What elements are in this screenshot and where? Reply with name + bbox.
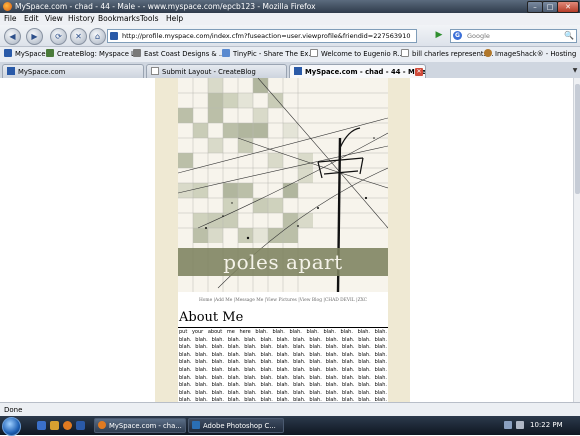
tab-label: MySpace.com	[18, 68, 66, 76]
search-input[interactable]	[467, 31, 562, 40]
maximize-button[interactable]: □	[542, 1, 558, 13]
page-icon	[310, 49, 318, 57]
taskbar-firefox-button[interactable]: MySpace.com - cha...	[94, 418, 186, 433]
go-button[interactable]: ▶	[433, 29, 445, 42]
reload-icon: ⟳	[55, 32, 62, 41]
firefox-icon	[98, 421, 106, 429]
back-button[interactable]: ◀	[4, 28, 21, 45]
profile-nav-links[interactable]: Home |Add Me |Message Me |View Pictures …	[178, 298, 388, 303]
tab-list-button[interactable]: ▼	[571, 64, 579, 77]
menu-history[interactable]: History	[68, 13, 95, 25]
myspace-icon	[294, 67, 302, 75]
status-bar: Done	[0, 402, 580, 417]
scrollbar-thumb[interactable]	[575, 84, 580, 194]
forward-button[interactable]: ▶	[26, 28, 43, 45]
site-favicon	[110, 32, 118, 40]
tab-bar: MySpace.com Submit Layout - CreateBlog M…	[0, 62, 580, 79]
about-me-text: put your about me here blah. blah. blah.…	[179, 329, 387, 402]
menu-file[interactable]: File	[4, 13, 17, 25]
page-viewport[interactable]: poles apart Home |Add Me |Message Me |Vi…	[0, 78, 573, 402]
banner-title: poles apart	[178, 248, 388, 276]
volume-icon[interactable]	[516, 421, 524, 429]
about-divider	[178, 327, 388, 328]
tab-label: Submit Layout - CreateBlog	[162, 68, 256, 76]
tinypic-icon	[222, 49, 230, 57]
about-filler-text: blah. blah. blah. blah. blah. blah. blah…	[179, 329, 387, 402]
search-icon[interactable]: 🔍	[564, 30, 574, 42]
taskbar-button-label: MySpace.com - cha...	[109, 422, 182, 430]
clock[interactable]: 10:22 PM	[530, 418, 563, 433]
close-button[interactable]: ✕	[557, 1, 579, 13]
minimize-button[interactable]: –	[527, 1, 543, 13]
close-tab-icon[interactable]: ✕	[415, 68, 423, 76]
east-coast-icon	[133, 49, 141, 57]
bookmark-label: bill charles represents...	[412, 50, 494, 58]
system-tray: 10:22 PM	[504, 418, 580, 433]
ie-icon[interactable]	[76, 421, 85, 430]
google-icon[interactable]: G	[453, 31, 462, 40]
status-text: Done	[4, 406, 23, 414]
bookmark-bill-charles[interactable]: bill charles represents...	[401, 47, 494, 62]
menu-bookmarks[interactable]: Bookmarks	[98, 13, 140, 25]
bookmark-imageshack[interactable]: ImageShack® - Hosting	[484, 47, 576, 62]
stop-icon: ✕	[75, 32, 82, 41]
network-icon[interactable]	[504, 421, 512, 429]
bookmark-east-coast[interactable]: East Coast Designs & ...	[133, 47, 225, 62]
taskbar-photoshop-button[interactable]: Adobe Photoshop C...	[188, 418, 284, 433]
home-button[interactable]: ⌂	[89, 28, 106, 45]
go-icon: ▶	[435, 30, 443, 40]
bookmark-tinypic[interactable]: TinyPic - Share The Ex...	[222, 47, 315, 62]
back-icon: ◀	[9, 32, 16, 41]
bookmark-myspace[interactable]: MySpace	[4, 47, 46, 62]
page-icon	[401, 49, 409, 57]
tab-myspace[interactable]: MySpace.com	[2, 64, 144, 78]
window-title: MySpace.com - chad - 44 - Male - - www.m…	[15, 2, 316, 11]
stop-button[interactable]: ✕	[70, 28, 87, 45]
myspace-icon	[4, 49, 12, 57]
firefox-icon[interactable]	[63, 421, 72, 430]
firefox-icon	[3, 2, 12, 11]
menu-edit[interactable]: Edit	[24, 13, 39, 25]
bookmark-createblog[interactable]: CreateBlog: Myspace L...	[46, 47, 141, 62]
menu-help[interactable]: Help	[166, 13, 183, 25]
bookmark-label: East Coast Designs & ...	[144, 50, 226, 58]
tab-createblog[interactable]: Submit Layout - CreateBlog	[146, 64, 287, 78]
reload-button[interactable]: ⟳	[50, 28, 67, 45]
forward-icon: ▶	[31, 32, 38, 41]
createblog-icon	[46, 49, 54, 57]
menu-tools[interactable]: Tools	[140, 13, 158, 25]
bookmark-label: MySpace	[15, 50, 46, 58]
bookmark-label: Welcome to Eugenio R...	[321, 50, 404, 58]
windows-start-icon[interactable]	[2, 417, 21, 436]
taskbar-button-label: Adobe Photoshop C...	[203, 422, 276, 430]
show-desktop-icon[interactable]	[37, 421, 46, 430]
menu-bar: File Edit View History Bookmarks Tools H…	[0, 13, 580, 25]
photoshop-icon	[192, 421, 200, 429]
tab-myspace-profile[interactable]: MySpace.com - chad - 44 - Male -... ✕	[289, 64, 426, 78]
about-me-heading: About Me	[179, 310, 244, 325]
home-icon: ⌂	[94, 32, 101, 41]
bookmark-eugenio[interactable]: Welcome to Eugenio R...	[310, 47, 404, 62]
page-icon	[151, 67, 159, 75]
switch-windows-icon[interactable]	[50, 421, 59, 430]
url-text[interactable]: http://profile.myspace.com/index.cfm?fus…	[122, 30, 410, 42]
bookmarks-toolbar: MySpace CreateBlog: Myspace L... East Co…	[0, 47, 580, 63]
menu-view[interactable]: View	[45, 13, 63, 25]
profile-column: poles apart Home |Add Me |Message Me |Vi…	[178, 78, 388, 402]
about-intro: put your about me here	[179, 329, 251, 335]
bookmark-label: ImageShack® - Hosting	[495, 50, 577, 58]
windows-taskbar: MySpace.com - cha... Adobe Photoshop C..…	[0, 416, 580, 436]
address-bar[interactable]: http://profile.myspace.com/index.cfm?fus…	[107, 29, 417, 43]
profile-banner-image: poles apart	[178, 78, 388, 292]
bookmark-label: CreateBlog: Myspace L...	[57, 50, 142, 58]
window-title-bar: MySpace.com - chad - 44 - Male - - www.m…	[0, 0, 580, 13]
navigation-toolbar: ◀ ▶ ⟳ ✕ ⌂ http://profile.myspace.com/ind…	[0, 25, 580, 47]
myspace-icon	[7, 67, 15, 75]
bookmark-label: TinyPic - Share The Ex...	[233, 50, 315, 58]
search-box[interactable]: G 🔍	[450, 29, 577, 43]
profile-layout: poles apart Home |Add Me |Message Me |Vi…	[155, 78, 410, 402]
imageshack-icon	[484, 49, 492, 57]
tab-label: MySpace.com - chad - 44 - Male -...	[305, 68, 426, 76]
vertical-scrollbar[interactable]	[573, 78, 580, 402]
